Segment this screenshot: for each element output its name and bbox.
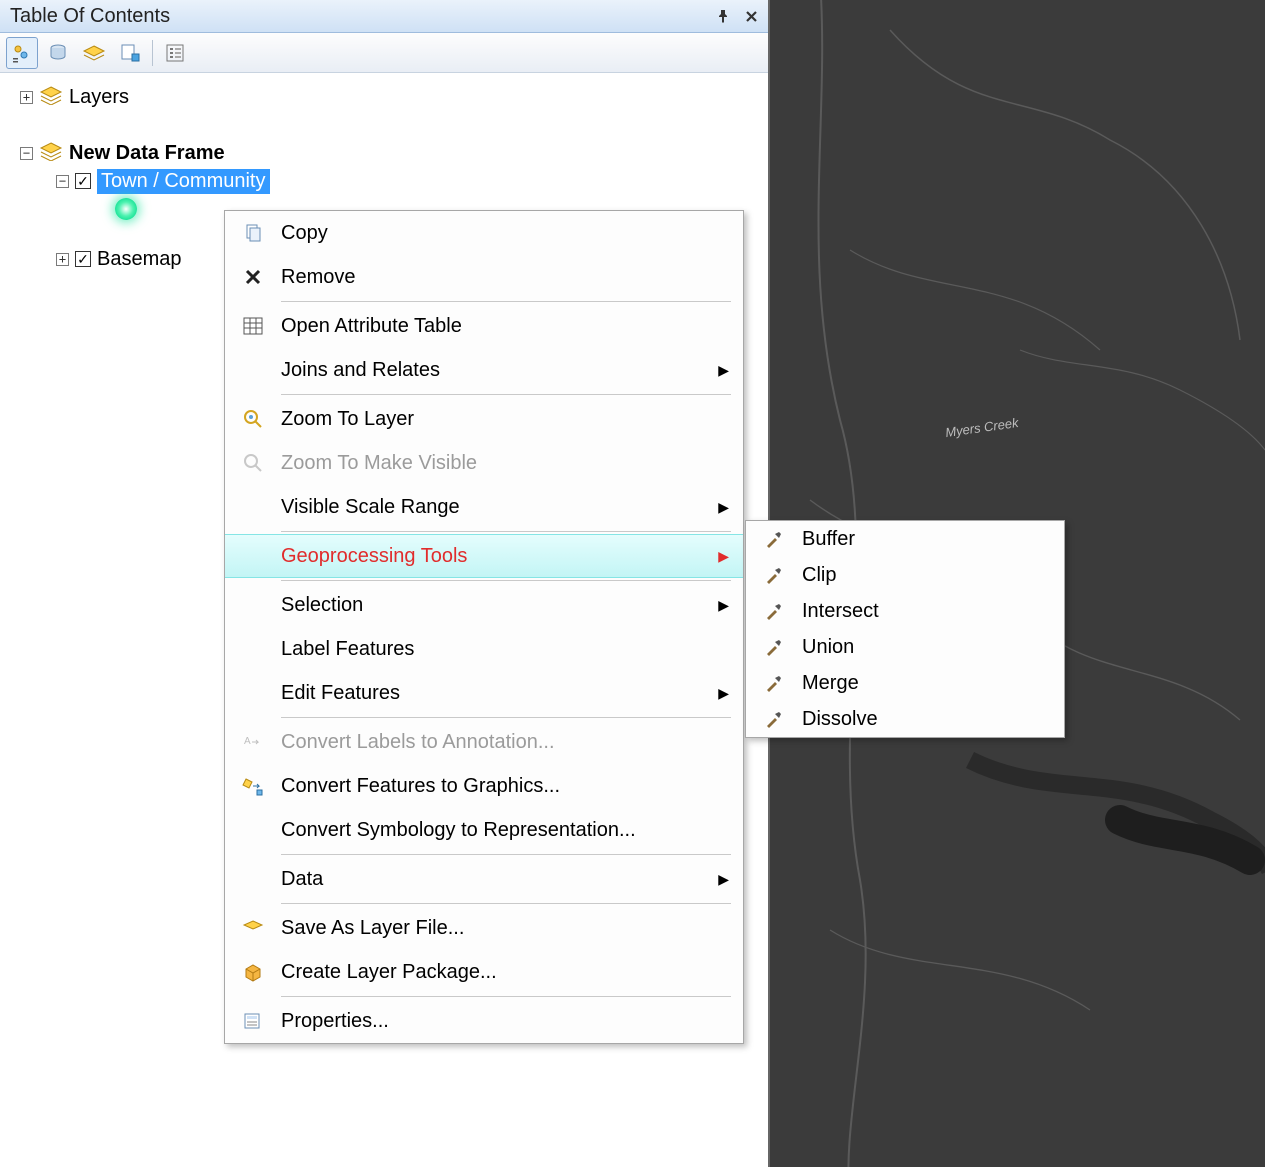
copy-icon — [225, 222, 281, 244]
menu-zoom-make-visible: Zoom To Make Visible — [225, 441, 743, 485]
menu-label-features[interactable]: Label Features — [225, 627, 743, 671]
menu-create-package[interactable]: Create Layer Package... — [225, 950, 743, 994]
svg-text:A: A — [244, 736, 251, 747]
list-by-source-button[interactable] — [42, 37, 74, 69]
expander-plus-icon[interactable]: + — [20, 91, 33, 104]
submenu-dissolve[interactable]: Dissolve — [746, 701, 1064, 737]
submenu-buffer[interactable]: Buffer — [746, 521, 1064, 557]
checkbox-checked-icon[interactable]: ✓ — [75, 251, 91, 267]
expander-minus-icon[interactable]: − — [20, 147, 33, 160]
town-layer-label[interactable]: Town / Community — [97, 169, 270, 194]
package-icon — [225, 961, 281, 983]
toolbar-separator — [152, 40, 153, 66]
convert-labels-icon: A — [225, 732, 281, 752]
dataframe-label[interactable]: New Data Frame — [69, 142, 225, 165]
expander-minus-icon[interactable]: − — [56, 175, 69, 188]
submenu-merge[interactable]: Merge — [746, 665, 1064, 701]
submenu-arrow-icon: ▶ — [711, 871, 729, 888]
submenu-intersect[interactable]: Intersect — [746, 593, 1064, 629]
geoprocessing-submenu: Buffer Clip Intersect Union Merge Dissol… — [745, 520, 1065, 738]
layers-group-icon — [39, 85, 63, 110]
menu-remove[interactable]: Remove — [225, 255, 743, 299]
menu-convert-features[interactable]: Convert Features to Graphics... — [225, 764, 743, 808]
submenu-union[interactable]: Union — [746, 629, 1064, 665]
expander-plus-icon[interactable]: + — [56, 253, 69, 266]
submenu-clip[interactable]: Clip — [746, 557, 1064, 593]
submenu-arrow-icon: ▶ — [711, 362, 729, 379]
hammer-icon — [746, 673, 802, 693]
tree-row-layers[interactable]: + Layers — [6, 83, 762, 111]
menu-zoom-to-layer[interactable]: Zoom To Layer — [225, 397, 743, 441]
properties-icon — [225, 1011, 281, 1031]
pin-icon[interactable] — [712, 5, 734, 27]
tree-row-dataframe[interactable]: − New Data Frame — [6, 139, 762, 167]
dataframe-icon — [39, 141, 63, 166]
options-button[interactable] — [159, 37, 191, 69]
toc-toolbar — [0, 33, 768, 73]
list-by-visibility-button[interactable] — [78, 37, 110, 69]
zoom-layer-icon — [225, 408, 281, 430]
list-by-drawing-order-button[interactable] — [6, 37, 38, 69]
menu-visible-scale-range[interactable]: Visible Scale Range ▶ — [225, 485, 743, 529]
point-symbol-icon[interactable] — [115, 198, 137, 220]
save-layer-icon — [225, 919, 281, 937]
submenu-arrow-icon: ▶ — [711, 685, 729, 702]
menu-properties[interactable]: Properties... — [225, 999, 743, 1043]
submenu-arrow-icon: ▶ — [711, 548, 729, 565]
remove-icon — [225, 268, 281, 286]
checkbox-checked-icon[interactable]: ✓ — [75, 173, 91, 189]
menu-data[interactable]: Data ▶ — [225, 857, 743, 901]
layers-label[interactable]: Layers — [69, 86, 129, 109]
menu-geoprocessing-tools[interactable]: Geoprocessing Tools ▶ — [225, 534, 743, 578]
zoom-visible-icon — [225, 452, 281, 474]
submenu-arrow-icon: ▶ — [711, 597, 729, 614]
menu-copy[interactable]: Copy — [225, 211, 743, 255]
menu-convert-labels: A Convert Labels to Annotation... — [225, 720, 743, 764]
hammer-icon — [746, 637, 802, 657]
menu-selection[interactable]: Selection ▶ — [225, 583, 743, 627]
layer-context-menu: Copy Remove Open Attribute Table Joins a… — [224, 210, 744, 1044]
hammer-icon — [746, 529, 802, 549]
menu-open-attribute-table[interactable]: Open Attribute Table — [225, 304, 743, 348]
menu-convert-symbology[interactable]: Convert Symbology to Representation... — [225, 808, 743, 852]
table-icon — [225, 316, 281, 336]
menu-save-as-layer[interactable]: Save As Layer File... — [225, 906, 743, 950]
list-by-selection-button[interactable] — [114, 37, 146, 69]
basemap-label[interactable]: Basemap — [97, 248, 182, 271]
hammer-icon — [746, 565, 802, 585]
menu-edit-features[interactable]: Edit Features ▶ — [225, 671, 743, 715]
hammer-icon — [746, 601, 802, 621]
close-icon[interactable] — [740, 5, 762, 27]
convert-features-icon — [225, 775, 281, 797]
panel-title: Table Of Contents — [10, 5, 712, 28]
tree-row-town-layer[interactable]: − ✓ Town / Community — [6, 167, 762, 195]
hammer-icon — [746, 709, 802, 729]
titlebar: Table Of Contents — [0, 0, 768, 33]
menu-joins-relates[interactable]: Joins and Relates ▶ — [225, 348, 743, 392]
submenu-arrow-icon: ▶ — [711, 499, 729, 516]
